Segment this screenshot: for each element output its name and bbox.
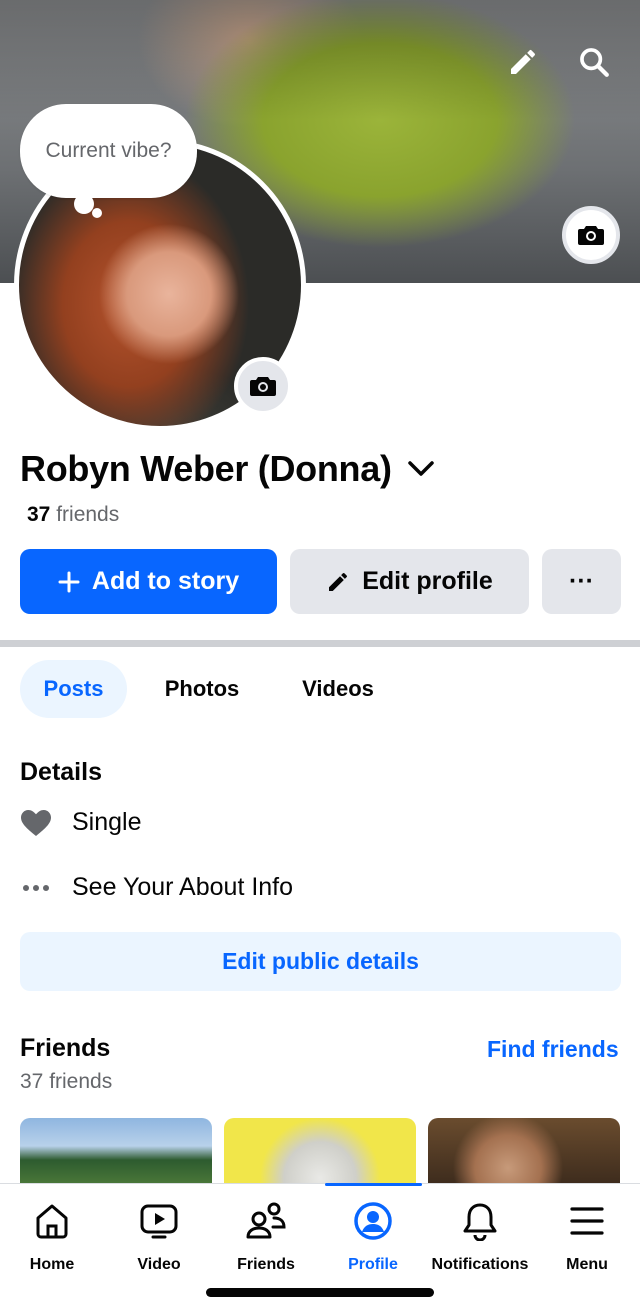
nav-friends[interactable]: Friends: [212, 1198, 320, 1274]
bell-icon: [461, 1198, 499, 1244]
menu-icon: [569, 1198, 605, 1244]
plus-icon: [58, 571, 80, 593]
pencil-icon[interactable]: [503, 42, 543, 82]
section-divider: [0, 640, 640, 647]
chevron-down-icon[interactable]: [406, 454, 436, 484]
add-to-story-button[interactable]: Add to story: [20, 549, 277, 614]
tab-posts[interactable]: Posts: [20, 660, 127, 718]
thought-bubble[interactable]: Current vibe?: [20, 104, 197, 198]
nav-video[interactable]: Video: [105, 1198, 213, 1274]
add-to-story-label: Add to story: [91, 567, 240, 595]
nav-friends-label: Friends: [237, 1256, 295, 1273]
find-friends-link[interactable]: Find friends: [487, 1036, 619, 1063]
nav-notifications-label: Notifications: [431, 1256, 529, 1273]
nav-menu-label: Menu: [566, 1256, 608, 1273]
nav-menu[interactable]: Menu: [533, 1198, 640, 1274]
heart-icon: [20, 809, 52, 837]
about-info-link: See Your About Info: [72, 873, 294, 901]
edit-public-details-button[interactable]: Edit public details: [20, 932, 621, 991]
cover-camera-button[interactable]: [562, 206, 620, 264]
tab-videos[interactable]: Videos: [280, 660, 396, 718]
more-label: ···: [569, 567, 594, 595]
nav-home-label: Home: [29, 1256, 75, 1273]
friends-heading: Friends: [20, 1034, 111, 1062]
edit-profile-button[interactable]: Edit profile: [290, 549, 529, 614]
about-info-row[interactable]: See Your About Info: [20, 873, 293, 902]
active-tab-indicator: [325, 1183, 422, 1186]
friends-section-count: 37 friends: [20, 1070, 113, 1093]
friends-word: friends: [56, 503, 120, 526]
profile-icon: [353, 1198, 393, 1244]
more-dots-icon: [20, 884, 52, 892]
edit-profile-label: Edit profile: [362, 567, 493, 595]
search-icon[interactable]: [574, 42, 614, 82]
profile-name-row[interactable]: Robyn Weber (Donna): [20, 448, 436, 490]
camera-icon: [250, 377, 276, 396]
friend-thumbnail[interactable]: [20, 1118, 212, 1188]
nav-home[interactable]: Home: [0, 1198, 106, 1274]
home-indicator[interactable]: [206, 1288, 434, 1297]
relationship-status: Single: [72, 808, 142, 836]
video-icon: [139, 1198, 179, 1244]
thought-bubble-dot: [74, 194, 94, 214]
details-heading: Details: [20, 758, 102, 786]
relationship-row: Single: [20, 808, 142, 837]
tab-photos[interactable]: Photos: [143, 660, 261, 718]
nav-profile[interactable]: Profile: [319, 1198, 427, 1274]
friends-icon: [245, 1198, 287, 1244]
nav-notifications[interactable]: Notifications: [426, 1198, 534, 1274]
friends-count[interactable]: 37 friends: [27, 503, 119, 527]
pencil-icon: [326, 570, 350, 594]
thought-bubble-dot: [92, 208, 102, 218]
camera-icon: [578, 226, 604, 245]
nav-video-label: Video: [137, 1256, 181, 1273]
friends-number: 37: [27, 503, 51, 526]
friend-thumbnail[interactable]: [428, 1118, 620, 1188]
home-icon: [33, 1198, 71, 1244]
profile-name: Robyn Weber (Donna): [20, 448, 392, 489]
nav-profile-label: Profile: [348, 1256, 398, 1273]
avatar-camera-button[interactable]: [234, 357, 292, 415]
friend-thumbnail[interactable]: [224, 1118, 416, 1188]
cover-shadow: [0, 0, 640, 120]
more-options-button[interactable]: ···: [542, 549, 621, 614]
